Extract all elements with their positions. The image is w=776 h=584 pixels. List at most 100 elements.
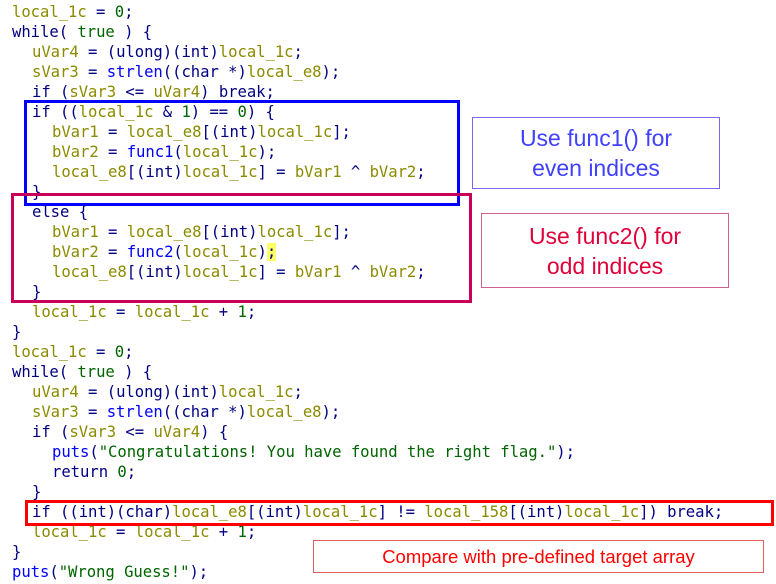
code-token: )( (162, 43, 182, 61)
code-token: ); (321, 63, 341, 81)
code-line: if (sVar3 <= uVar4) break; (32, 82, 275, 102)
code-token: + (209, 303, 238, 321)
code-token: ; (246, 303, 257, 321)
code-token: ); (189, 563, 209, 581)
code-line: uVar4 = (ulong)(int)local_1c; (32, 42, 303, 62)
odd-indices-note: Use func2() for odd indices (481, 213, 729, 288)
code-token: 0 (114, 343, 125, 361)
code-line: sVar3 = strlen((char *)local_e8); (32, 62, 340, 82)
code-line: sVar3 = strlen((char *)local_e8); (32, 402, 340, 422)
code-token: local_1c (12, 3, 87, 21)
code-token: uVar4 (32, 383, 79, 401)
code-token: = (86, 3, 115, 21)
code-token: local_1c (32, 303, 107, 321)
code-token: while (12, 363, 59, 381)
code-token: 0 (117, 463, 127, 481)
code-line: local_1c = 0; (12, 2, 133, 22)
code-token: local_e8 (246, 403, 322, 421)
code-line: } (12, 322, 21, 342)
code-token: int (181, 43, 210, 61)
code-token: ( (49, 563, 59, 581)
odd-note-line2: odd indices (546, 252, 664, 279)
code-token: 0 (114, 3, 125, 21)
code-token: local_1c (134, 303, 210, 321)
odd-note-line1: Use func2() for (528, 222, 682, 249)
code-token: ; (126, 463, 137, 481)
code-line: local_1c = local_1c + 1; (32, 302, 256, 322)
code-token: char (181, 403, 219, 421)
even-indices-note: Use func1() for even indices (472, 117, 720, 189)
code-token: strlen (106, 63, 163, 81)
code-token: local_1c (12, 343, 87, 361)
code-token: = ( (78, 43, 117, 61)
code-line: while( true ) { (12, 22, 152, 42)
code-token: int (181, 383, 210, 401)
code-token: uVar4 (153, 83, 201, 101)
code-token: return (52, 463, 109, 481)
code-token: ulong (116, 383, 163, 401)
code-token: "Wrong Guess!" (58, 563, 190, 581)
code-token: ( (50, 83, 70, 101)
code-line: } (32, 482, 41, 502)
code-token: (( (162, 403, 182, 421)
code-token: ( (58, 363, 78, 381)
code-token: ; (293, 43, 303, 61)
code-token: ); (321, 403, 341, 421)
code-token: true (77, 23, 115, 41)
code-token: local_1c (218, 43, 294, 61)
code-token: if (32, 83, 51, 101)
code-line: local_1c = 0; (12, 342, 133, 362)
code-token: local_e8 (246, 63, 322, 81)
code-line: return 0; (52, 462, 136, 482)
code-line: } (12, 542, 21, 562)
code-token: } (12, 543, 22, 561)
code-token: ; (293, 383, 303, 401)
code-token: ulong (116, 43, 163, 61)
code-token: ) (209, 383, 219, 401)
code-token: sVar3 (32, 403, 79, 421)
code-token: *) (218, 63, 247, 81)
code-token: = (78, 403, 107, 421)
code-token: while (12, 23, 59, 41)
code-token: 1 (237, 303, 247, 321)
code-token: = (86, 343, 115, 361)
code-token: ) { (200, 423, 229, 441)
code-token: *) (218, 403, 247, 421)
even-note-line1: Use func1() for (519, 125, 673, 151)
code-token: ; (124, 3, 134, 21)
code-token: ) { (114, 363, 153, 381)
code-token: break (218, 83, 266, 101)
code-token: ) (209, 43, 219, 61)
code-token: sVar3 (69, 423, 117, 441)
code-token: ) { (114, 23, 153, 41)
code-token: )( (162, 383, 182, 401)
code-token: <= (116, 423, 154, 441)
compare-line-box (25, 500, 774, 526)
code-token: strlen (106, 403, 163, 421)
code-line: if (sVar3 <= uVar4) { (32, 422, 228, 442)
code-token: local_1c (218, 383, 294, 401)
code-token: sVar3 (32, 63, 79, 81)
compare-note: Compare with pre-defined target array (313, 540, 764, 573)
code-line: uVar4 = (ulong)(int)local_1c; (32, 382, 303, 402)
code-token: puts (52, 443, 90, 461)
code-token: puts (12, 563, 50, 581)
code-line: while( true ) { (12, 362, 152, 382)
code-token: ( (58, 23, 78, 41)
code-token: true (77, 363, 115, 381)
code-token: ); (556, 443, 575, 461)
code-token: ) (200, 83, 219, 101)
code-token: = (106, 303, 135, 321)
code-token: = ( (78, 383, 117, 401)
odd-branch-box (11, 193, 472, 303)
code-token: if (32, 423, 51, 441)
code-token: sVar3 (69, 83, 117, 101)
code-token: } (12, 323, 22, 341)
code-line: puts("Wrong Guess!"); (12, 562, 208, 582)
code-token: = (78, 63, 107, 81)
code-line: puts("Congratulations! You have found th… (52, 442, 575, 462)
compare-note-text: Compare with pre-defined target array (382, 545, 695, 567)
code-token: <= (116, 83, 154, 101)
code-token: (( (162, 63, 182, 81)
